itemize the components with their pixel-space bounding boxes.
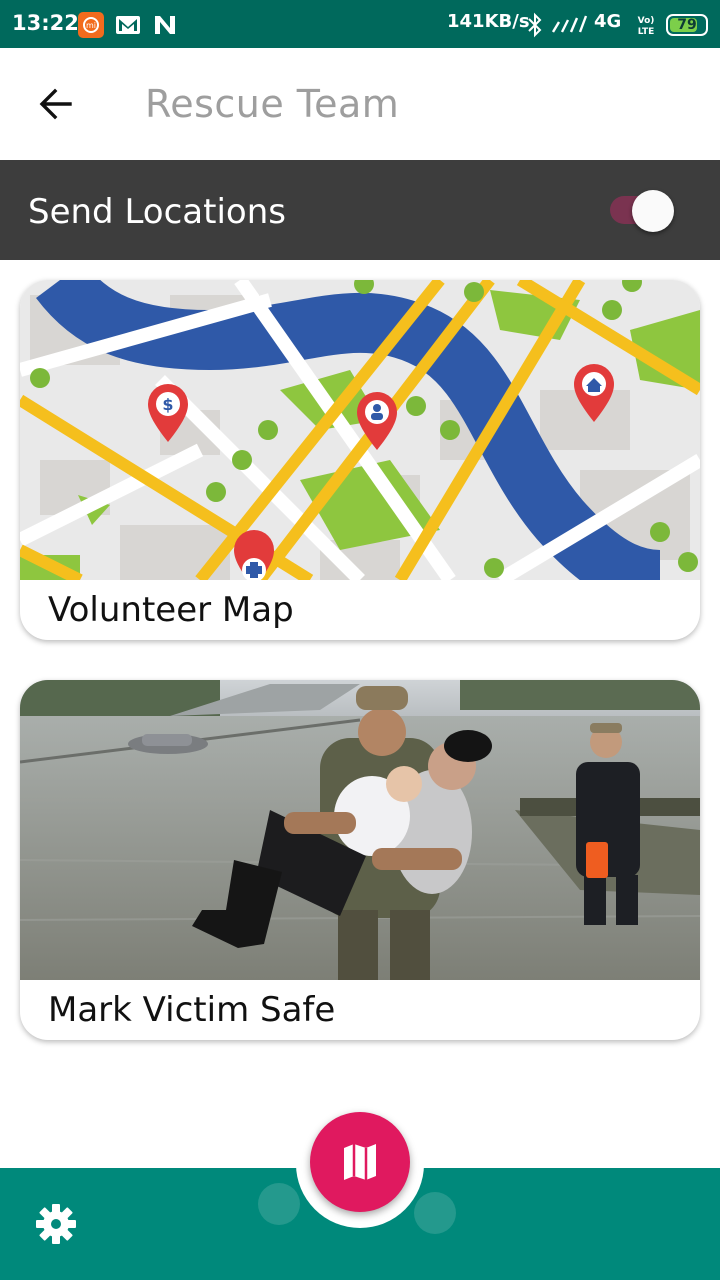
page-title: Rescue Team — [145, 82, 400, 126]
network-type: 4G — [594, 11, 622, 32]
switch-thumb[interactable] — [632, 190, 674, 232]
signal-icon — [550, 12, 590, 38]
svg-text:$: $ — [162, 395, 173, 414]
svg-text:LTE: LTE — [638, 27, 655, 37]
svg-text:mi: mi — [86, 21, 96, 30]
mark-victim-safe-title: Mark Victim Safe — [48, 990, 336, 1030]
status-time: 13:22 — [12, 11, 79, 35]
mark-victim-safe-card[interactable]: Mark Victim Safe — [20, 680, 700, 1040]
bluetooth-icon — [526, 12, 552, 38]
n-app-icon — [152, 12, 178, 38]
ripple-right — [414, 1192, 456, 1234]
map-icon — [344, 1144, 376, 1180]
settings-button[interactable] — [32, 1200, 80, 1248]
gear-icon — [36, 1204, 76, 1244]
volte-icon: Vo) LTE — [634, 12, 658, 38]
svg-text:Vo): Vo) — [638, 16, 655, 26]
gmail-icon — [115, 12, 141, 38]
arrow-left-icon — [39, 88, 72, 120]
ripple-left — [258, 1183, 300, 1225]
mi-app-icon: mi — [78, 12, 104, 38]
battery-level: 79 — [677, 17, 697, 33]
battery-icon: 79 — [666, 14, 708, 36]
map-fab-button[interactable] — [310, 1112, 410, 1212]
back-button[interactable] — [30, 78, 82, 130]
network-speed: 141KB/s — [447, 11, 530, 32]
flood-rescue-photo — [20, 680, 700, 980]
app-bar: Rescue Team — [0, 48, 720, 160]
send-locations-label: Send Locations — [28, 192, 286, 232]
volunteer-map-card[interactable]: $ Volunteer Map — [20, 280, 700, 640]
volunteer-map-title: Volunteer Map — [48, 590, 294, 630]
city-map-illustration: $ — [20, 280, 700, 580]
status-bar: 13:22 mi 141KB/s 4G Vo) LTE 79 — [0, 0, 720, 48]
